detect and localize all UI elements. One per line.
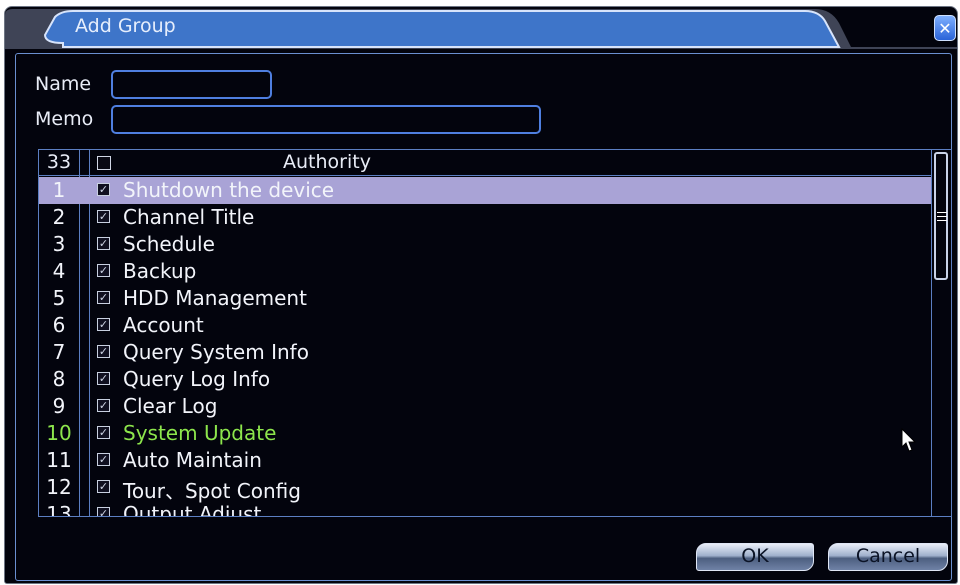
authority-label: Shutdown the device [123,178,335,202]
authority-checkbox[interactable]: ✓ [97,210,110,223]
authority-row[interactable]: 9 ✓ Clear Log [39,393,931,420]
authority-row[interactable]: 4 ✓ Backup [39,258,931,285]
authority-checkbox[interactable]: ✓ [97,237,110,250]
authority-checkbox[interactable]: ✓ [97,345,110,358]
list-scrollbar[interactable] [931,150,951,516]
authority-list: 33 Authority 1 ✓ Shutdown the device 2 ✓ Chan… [38,149,952,517]
scroll-thumb[interactable] [934,152,948,280]
name-label: Name [35,73,92,95]
authority-label: Backup [123,259,197,283]
authority-column-header: Authority [283,151,371,173]
authority-row[interactable]: 1 ✓ Shutdown the device [39,177,931,204]
scroll-grip-icon [937,212,947,213]
row-number: 8 [52,367,66,391]
authority-label: System Update [123,421,277,445]
authority-row[interactable]: 12 ✓ Tour、Spot Config [39,474,931,503]
authority-label: Query System Info [123,340,309,364]
authority-row[interactable]: 6 ✓ Account [39,312,931,339]
authority-label: Query Log Info [123,367,271,391]
row-number: 6 [52,313,66,337]
select-all-checkbox[interactable] [97,156,111,170]
authority-row[interactable]: 11 ✓ Auto Maintain [39,447,931,474]
authority-row[interactable]: 7 ✓ Query System Info [39,339,931,366]
authority-label: Account [123,313,204,337]
list-header: 33 Authority [39,150,931,175]
row-number: 12 [46,475,72,499]
authority-label: Clear Log [123,394,218,418]
close-icon: ✕ [938,19,952,38]
row-number: 13 [46,502,72,517]
memo-label: Memo [35,108,94,130]
authority-checkbox[interactable]: ✓ [97,183,110,196]
header-divider [39,175,931,176]
row-number: 1 [52,178,66,202]
cancel-button[interactable]: Cancel [828,543,948,571]
row-number: 3 [52,232,66,256]
authority-row[interactable]: 13 ✓ Output Adjust [39,501,931,517]
authority-label: Output Adjust [123,502,262,517]
row-number: 11 [46,448,72,472]
authority-count: 33 [46,151,72,173]
authority-checkbox[interactable]: ✓ [97,426,110,439]
authority-label: HDD Management [123,286,307,310]
authority-label: Tour、Spot Config [123,479,301,503]
authority-row[interactable]: 10 ✓ System Update [39,420,931,447]
add-group-dialog: Add Group ✕ Name Memo 33 Authority 1 ✓ Shu… [4,6,958,584]
dialog-title: Add Group [75,15,176,37]
ok-button[interactable]: OK [696,543,814,571]
row-number: 5 [52,286,66,310]
row-number: 9 [52,394,66,418]
authority-label: Channel Title [123,205,255,229]
authority-checkbox[interactable]: ✓ [97,507,110,516]
authority-checkbox[interactable]: ✓ [97,264,110,277]
authority-label: Schedule [123,232,215,256]
row-number: 4 [52,259,66,283]
authority-row[interactable]: 3 ✓ Schedule [39,231,931,258]
authority-label: Auto Maintain [123,448,262,472]
authority-row[interactable]: 8 ✓ Query Log Info [39,366,931,393]
authority-checkbox[interactable]: ✓ [97,372,110,385]
authority-row[interactable]: 5 ✓ HDD Management [39,285,931,312]
authority-checkbox[interactable]: ✓ [97,453,110,466]
mouse-cursor-icon [901,428,917,452]
memo-input[interactable] [111,105,541,134]
close-button[interactable]: ✕ [934,15,956,41]
authority-checkbox[interactable]: ✓ [97,291,110,304]
authority-checkbox[interactable]: ✓ [97,318,110,331]
authority-checkbox[interactable]: ✓ [97,399,110,412]
row-number: 10 [46,421,72,445]
name-input[interactable] [111,70,272,99]
row-number: 7 [52,340,66,364]
authority-checkbox[interactable]: ✓ [97,480,110,493]
row-number: 2 [52,205,66,229]
authority-row[interactable]: 2 ✓ Channel Title [39,204,931,231]
